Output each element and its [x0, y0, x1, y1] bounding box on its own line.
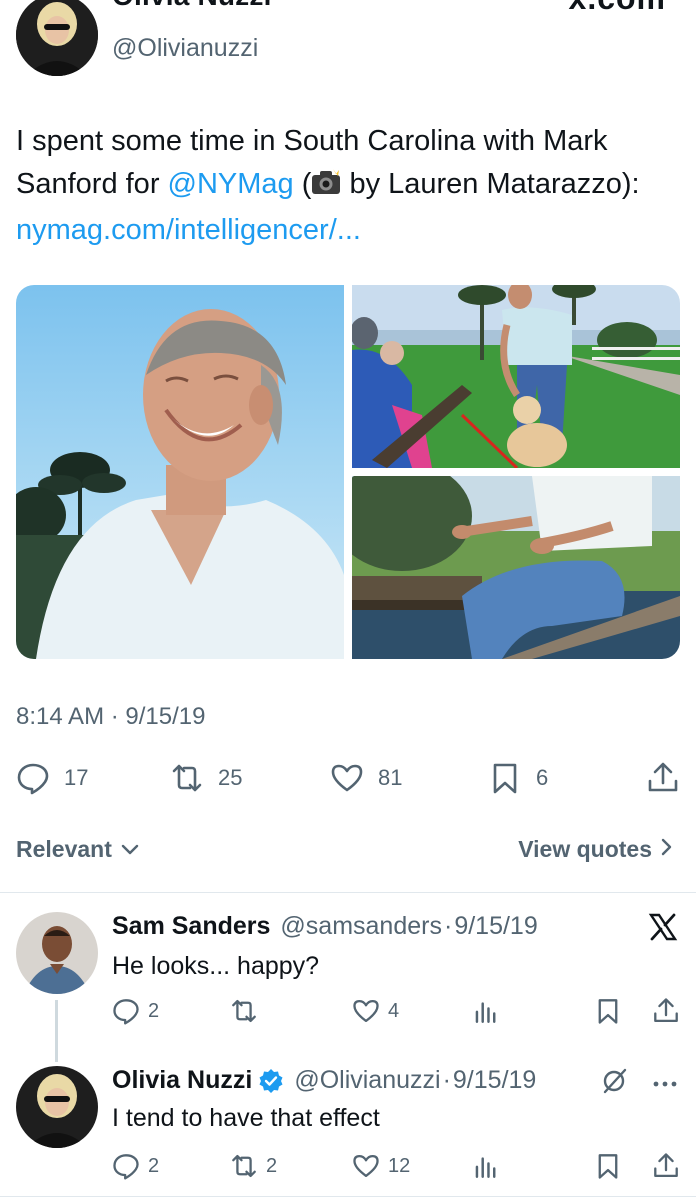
reply-date[interactable]: 9/15/19 [454, 912, 537, 941]
camera-flash-icon [311, 166, 341, 209]
reply-separator: · [443, 912, 453, 940]
mention-link[interactable]: @NYMag [168, 168, 294, 200]
retweet-icon [172, 764, 202, 792]
like-button[interactable]: 4 [352, 996, 399, 1026]
source-site-label: x.com [569, 0, 666, 17]
chevron-down-icon [120, 836, 140, 863]
share-button[interactable] [652, 1151, 680, 1181]
bookmark-button[interactable] [594, 996, 622, 1026]
bookmark-button[interactable] [594, 1151, 622, 1181]
reply-author-name[interactable]: Olivia Nuzzi [112, 1066, 252, 1095]
reply-icon [113, 1154, 139, 1180]
like-count: 4 [388, 999, 400, 1022]
reply-header: Olivia Nuzzi @Olivianuzzi · 9/15/19 [112, 1066, 536, 1095]
reply-author-handle[interactable]: @Olivianuzzi [294, 1066, 440, 1095]
views-button[interactable] [472, 996, 500, 1026]
share-icon [654, 1153, 678, 1178]
view-quotes-link[interactable]: View quotes [518, 836, 674, 863]
reply-count: 2 [148, 1154, 160, 1177]
chevron-right-icon [660, 836, 674, 863]
retweet-count: 25 [218, 765, 243, 790]
analytics-icon [475, 1157, 496, 1178]
like-button[interactable]: 81 [330, 755, 402, 801]
reply-corner-icons [600, 1066, 678, 1101]
like-count: 12 [388, 1154, 411, 1177]
reply-count: 17 [64, 765, 89, 790]
replies-sort-row: Relevant View quotes [0, 830, 696, 870]
reply-date[interactable]: 9/15/19 [453, 1066, 536, 1095]
reply-icon [17, 763, 49, 795]
reply-count: 2 [148, 999, 160, 1022]
heart-icon [353, 999, 379, 1023]
retweet-button[interactable]: 2 [230, 1151, 277, 1181]
reply-button[interactable]: 17 [16, 755, 88, 801]
reply-action-bar: 2 4 [112, 996, 682, 1026]
like-count: 81 [378, 765, 403, 790]
reply-author-handle[interactable]: @samsanders [280, 912, 442, 941]
reply-avatar[interactable] [16, 1066, 98, 1148]
reply-text: He looks... happy? [112, 952, 320, 980]
photo-portrait-smiling-man[interactable] [16, 285, 344, 659]
reply-action-bar: 2 2 12 [112, 1151, 682, 1181]
share-button[interactable] [652, 996, 680, 1026]
bookmark-icon [598, 999, 618, 1024]
retweet-button[interactable]: 25 [170, 755, 242, 801]
more-options-icon[interactable] [652, 1075, 678, 1093]
bookmark-icon [598, 1154, 618, 1179]
x-logo-icon [648, 912, 678, 947]
tweet-header: Olivia Nuzzi @Olivianuzzi x.com [0, 0, 696, 80]
article-link[interactable]: nymag.com/intelligencer/... [16, 214, 361, 246]
bookmark-button[interactable]: 6 [488, 755, 548, 801]
reply-avatar[interactable] [16, 912, 98, 994]
photo-man-with-dog[interactable] [352, 285, 680, 468]
reply-header: Sam Sanders @samsanders · 9/15/19 [112, 912, 538, 941]
share-button[interactable] [646, 755, 680, 801]
reply-icon [113, 999, 139, 1025]
photo-man-sitting-by-marsh[interactable] [352, 476, 680, 659]
analytics-icon [475, 1002, 496, 1023]
share-icon [654, 998, 678, 1023]
retweet-icon [232, 1154, 256, 1178]
retweet-icon [232, 999, 256, 1023]
reply-text: I tend to have that effect [112, 1104, 380, 1132]
heart-icon [353, 1154, 379, 1178]
views-button[interactable] [472, 1151, 500, 1181]
reply-author-name[interactable]: Sam Sanders [112, 912, 270, 941]
reply-button[interactable]: 2 [112, 996, 159, 1026]
heart-icon [331, 764, 363, 792]
bookmark-icon [493, 763, 517, 794]
reply-separator: · [442, 1066, 451, 1094]
author-avatar[interactable] [16, 0, 98, 76]
sort-label: Relevant [16, 836, 112, 862]
like-button[interactable]: 12 [352, 1151, 410, 1181]
tweet-timestamp[interactable]: 8:14 AM · 9/15/19 [16, 703, 205, 731]
media-grid [16, 285, 680, 659]
verified-badge-icon [258, 1068, 284, 1094]
author-handle[interactable]: @Olivianuzzi [112, 34, 258, 63]
tweet-action-bar: 17 25 81 6 [0, 755, 696, 801]
tweet-text: I spent some time in South Carolina with… [16, 120, 680, 252]
divider [0, 892, 696, 893]
divider [0, 1196, 696, 1197]
tweet-text-part: ( [293, 168, 312, 200]
retweet-count: 2 [266, 1154, 278, 1177]
grok-icon[interactable] [600, 1066, 630, 1101]
reply-button[interactable]: 2 [112, 1151, 159, 1181]
share-icon [648, 762, 678, 792]
author-name[interactable]: Olivia Nuzzi [112, 0, 272, 12]
tweet-text-part: by Lauren Matarazzo): [341, 168, 640, 200]
retweet-button[interactable] [230, 996, 266, 1026]
thread-connector-line [55, 1000, 58, 1062]
bookmark-count: 6 [536, 765, 549, 790]
view-quotes-label: View quotes [518, 836, 652, 862]
sort-relevant-dropdown[interactable]: Relevant [16, 836, 140, 863]
